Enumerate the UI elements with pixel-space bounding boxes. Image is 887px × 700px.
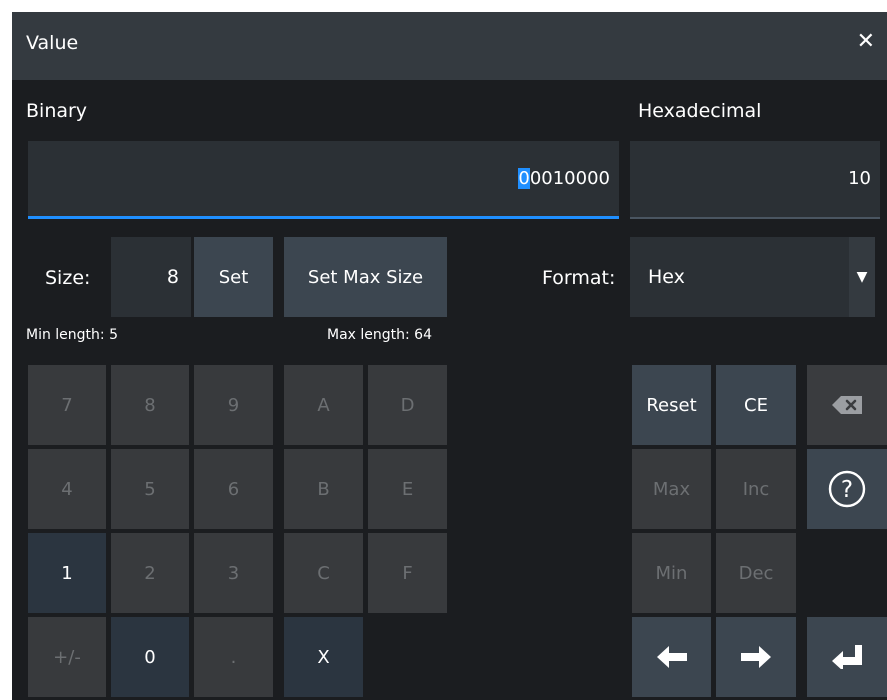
ce-button[interactable]: CE: [716, 365, 796, 445]
hexadecimal-value: 10: [848, 168, 871, 189]
key-F[interactable]: F: [368, 533, 447, 613]
key-8[interactable]: 8: [111, 365, 189, 445]
format-select[interactable]: Hex ▼: [630, 237, 875, 317]
binary-input[interactable]: 00010000: [28, 141, 619, 219]
max-length-text: Max length: 64: [327, 327, 432, 343]
value-dialog: Value ✕ Binary 00010000 Hexadecimal 10 S…: [12, 12, 887, 700]
binary-value-rest: 0010000: [529, 168, 610, 189]
arrow-left-icon[interactable]: [632, 617, 711, 697]
key-6[interactable]: 6: [194, 449, 273, 529]
key-dot[interactable]: .: [194, 617, 273, 697]
format-label: Format:: [542, 267, 616, 289]
key-4[interactable]: 4: [28, 449, 106, 529]
size-label: Size:: [45, 267, 91, 289]
binary-label: Binary: [26, 100, 88, 122]
key-X[interactable]: X: [284, 617, 363, 697]
key-E[interactable]: E: [368, 449, 447, 529]
key-5[interactable]: 5: [111, 449, 189, 529]
key-7[interactable]: 7: [28, 365, 106, 445]
binary-value: 00010000: [518, 168, 610, 189]
min-length-text: Min length: 5: [26, 327, 118, 343]
dec-button[interactable]: Dec: [716, 533, 796, 613]
backspace-icon[interactable]: [807, 365, 887, 445]
arrow-right-icon[interactable]: [716, 617, 796, 697]
set-max-size-button[interactable]: Set Max Size: [284, 237, 447, 317]
size-value: 8: [166, 266, 179, 288]
key-A[interactable]: A: [284, 365, 363, 445]
binary-cursor: 0: [518, 168, 530, 189]
key-2[interactable]: 2: [111, 533, 189, 613]
help-icon[interactable]: ?: [807, 449, 887, 529]
hexadecimal-label: Hexadecimal: [638, 100, 762, 122]
key-D[interactable]: D: [368, 365, 447, 445]
size-input[interactable]: 8: [111, 237, 191, 317]
enter-icon[interactable]: [807, 617, 887, 697]
reset-button[interactable]: Reset: [632, 365, 711, 445]
inc-button[interactable]: Inc: [716, 449, 796, 529]
hexadecimal-input[interactable]: 10: [630, 141, 880, 219]
key-0[interactable]: 0: [111, 617, 189, 697]
key-plus-minus[interactable]: +/-: [28, 617, 106, 697]
title-bar: Value ✕: [12, 12, 887, 80]
svg-text:?: ?: [841, 477, 853, 503]
max-button[interactable]: Max: [632, 449, 711, 529]
set-button[interactable]: Set: [194, 237, 273, 317]
close-icon[interactable]: ✕: [857, 29, 875, 54]
key-C[interactable]: C: [284, 533, 363, 613]
key-9[interactable]: 9: [194, 365, 273, 445]
format-value: Hex: [648, 266, 685, 288]
min-button[interactable]: Min: [632, 533, 711, 613]
key-B[interactable]: B: [284, 449, 363, 529]
triangle-down-icon[interactable]: ▼: [849, 237, 875, 317]
key-1[interactable]: 1: [28, 533, 106, 613]
key-3[interactable]: 3: [194, 533, 273, 613]
dialog-title: Value: [26, 32, 79, 54]
